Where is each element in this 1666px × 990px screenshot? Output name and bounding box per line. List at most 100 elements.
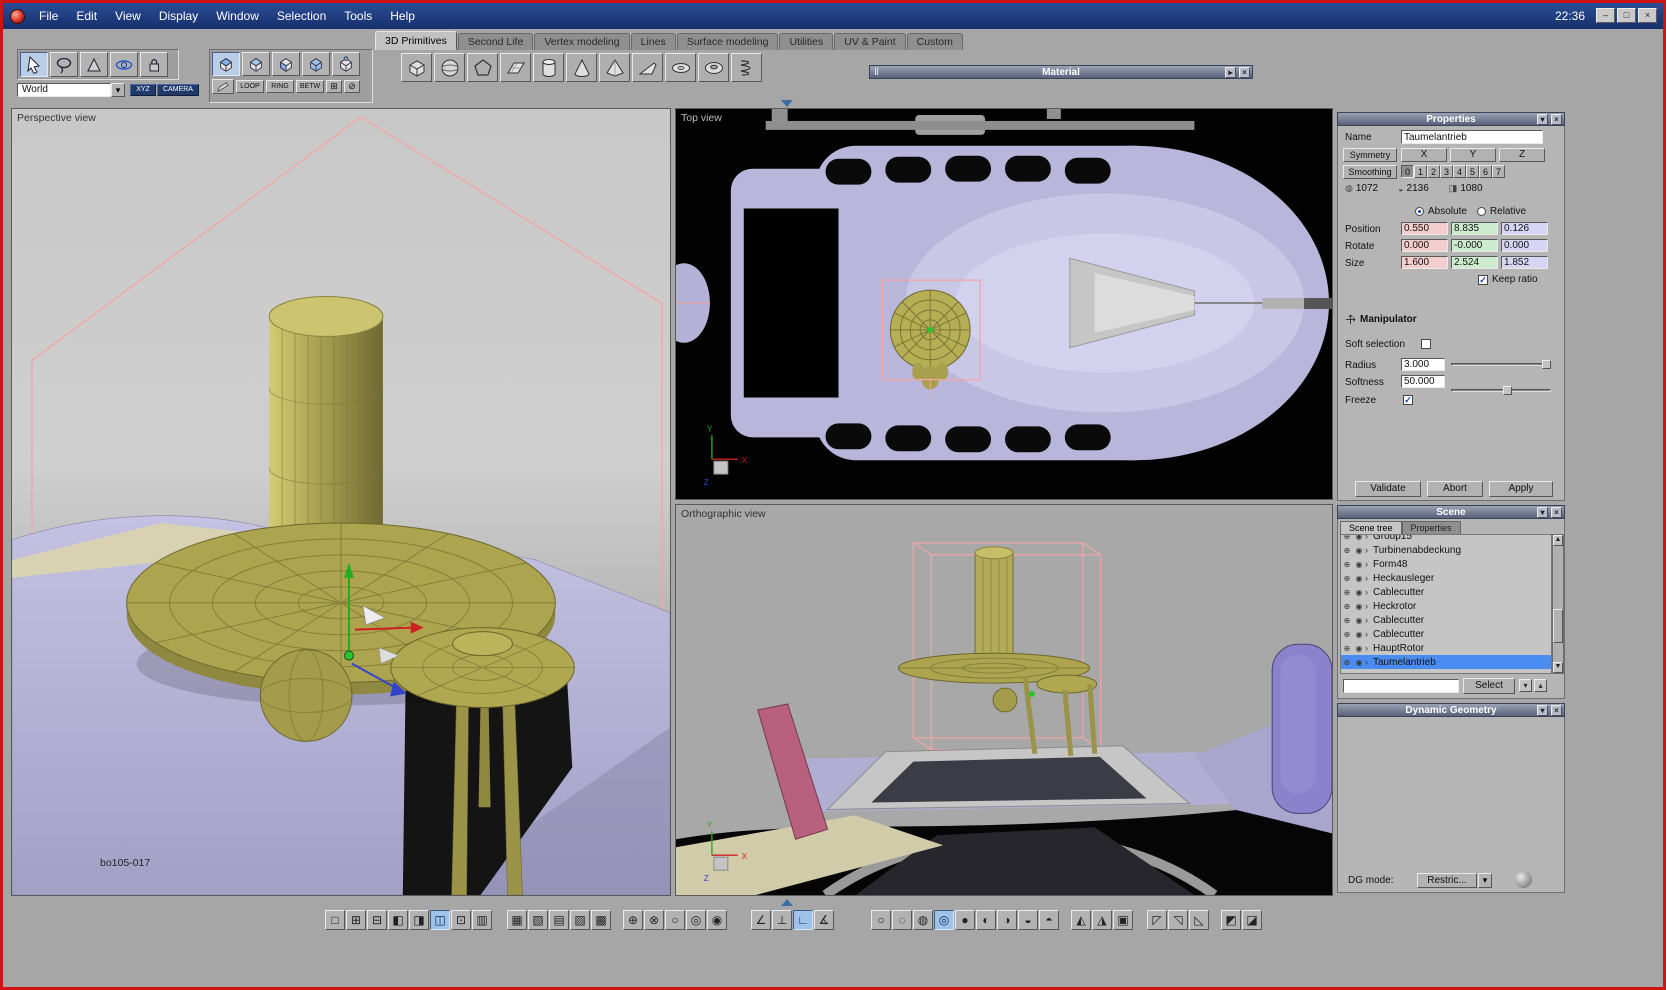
absolute-radio[interactable] (1415, 207, 1424, 216)
link-icon[interactable]: ⊕ (1341, 588, 1353, 597)
size-x-field[interactable] (1401, 256, 1448, 269)
area-select-tool-button[interactable] (80, 52, 108, 77)
symmetry-z-button[interactable]: Z (1499, 148, 1545, 162)
shading-bottom-icon[interactable]: ◒ (1018, 910, 1038, 930)
orthographic-viewport[interactable]: Orthographic view Y X Z (675, 504, 1333, 900)
perspective-3d-canvas[interactable]: Y X Z (11, 109, 671, 987)
properties-panel-header[interactable]: Properties ▾ × (1337, 112, 1565, 126)
palette-grip-icon[interactable]: ‖ (874, 66, 879, 80)
helix-primitive-button[interactable] (731, 53, 762, 82)
link-icon[interactable]: ⊕ (1341, 630, 1353, 639)
menu-view[interactable]: View (106, 9, 150, 23)
layout-center-icon[interactable]: ⊡ (451, 910, 471, 930)
link-icon[interactable]: ⊕ (1341, 602, 1353, 611)
visibility-icon[interactable]: ◉ (1353, 560, 1365, 569)
softness-slider[interactable] (1451, 386, 1551, 395)
zoom-in-icon[interactable]: ◎ (686, 910, 706, 930)
scene-item-label[interactable]: Taumelantrieb (1373, 657, 1436, 668)
ring-select-button[interactable]: RING (266, 80, 294, 93)
select-button[interactable]: Select (1463, 678, 1515, 694)
close-button[interactable]: × (1638, 8, 1657, 23)
link-icon[interactable]: ⊕ (1341, 658, 1353, 667)
position-y-field[interactable] (1451, 222, 1498, 235)
sphere-primitive-button[interactable] (434, 53, 465, 82)
loop-select-button[interactable]: LOOP (236, 80, 264, 93)
scene-item-label[interactable]: Turbinenabdeckung (1373, 545, 1461, 556)
rotate-y-field[interactable] (1451, 239, 1498, 252)
expander-icon[interactable]: › (1365, 535, 1373, 541)
expander-icon[interactable]: › (1365, 643, 1373, 653)
menu-file[interactable]: File (30, 9, 67, 23)
smoothing-button[interactable]: Smoothing (1343, 165, 1397, 179)
scroll-down-icon[interactable]: ▼ (1553, 662, 1563, 673)
link-icon[interactable]: ⊕ (1341, 535, 1353, 541)
cube-primitive-button[interactable] (401, 53, 432, 82)
shading-flat-icon[interactable]: ◍ (913, 910, 933, 930)
scene-item-label[interactable]: Form48 (1373, 559, 1407, 570)
scene-close-icon[interactable]: × (1551, 507, 1562, 518)
tab-3d-primitives[interactable]: 3D Primitives (375, 31, 457, 50)
camera-mode-button[interactable]: CAMERA (157, 84, 199, 96)
perspective-toggle-icon[interactable]: ◺ (1189, 910, 1209, 930)
spin-up-icon[interactable]: ▴ (1534, 679, 1547, 692)
scene-item-label[interactable]: Group15 (1373, 535, 1412, 542)
scene-tree-list[interactable]: ⊕ ◉ › Group15 ⊕ ◉ › Turbinenabdeckung ⊕ ◉ › Fo… (1340, 534, 1552, 674)
measure-icon[interactable]: ◸ (1147, 910, 1167, 930)
layout-columns-icon[interactable]: ▥ (472, 910, 492, 930)
scene-tree-row[interactable]: ⊕ ◉ › Heckrotor (1341, 599, 1551, 613)
grow-selection-button[interactable]: ⊞ (326, 80, 342, 93)
edge-mode-button[interactable] (242, 52, 270, 76)
shading-top-icon[interactable]: ◓ (1039, 910, 1059, 930)
properties-close-icon[interactable]: × (1551, 114, 1562, 125)
orbit-tool-button[interactable] (110, 52, 138, 77)
uv-diagonal-icon[interactable]: ▨ (570, 910, 590, 930)
uv-dense-grid-icon[interactable]: ▩ (591, 910, 611, 930)
render-camera-icon[interactable]: ◪ (1242, 910, 1262, 930)
tab-lines[interactable]: Lines (630, 33, 676, 50)
layout-three-pane-icon[interactable]: ◫ (430, 910, 450, 930)
scroll-up-icon[interactable]: ▲ (1553, 535, 1563, 546)
expander-icon[interactable]: › (1365, 629, 1373, 639)
visibility-icon[interactable]: ◉ (1353, 658, 1365, 667)
scene-tree-row[interactable]: ⊕ ◉ › Cablecutter (1341, 627, 1551, 641)
radius-field[interactable] (1401, 358, 1445, 371)
freeze-checkbox[interactable]: ✓ (1403, 395, 1413, 405)
select-tool-button[interactable] (20, 52, 48, 77)
tab-second-life[interactable]: Second Life (457, 33, 534, 50)
visibility-icon[interactable]: ◉ (1353, 616, 1365, 625)
scene-properties-tab[interactable]: Properties (1401, 521, 1461, 534)
axis-plane-icon[interactable]: ⊥ (772, 910, 792, 930)
scene-tree-row[interactable]: ⊕ ◉ › Form48 (1341, 557, 1551, 571)
mirror-icon[interactable]: ◹ (1168, 910, 1188, 930)
snap-vertex-icon[interactable]: ⊗ (644, 910, 664, 930)
scene-item-label[interactable]: Cablecutter (1373, 615, 1424, 626)
visibility-icon[interactable]: ◉ (1353, 630, 1365, 639)
smoothing-level-5[interactable]: 5 (1466, 165, 1479, 178)
layout-single-icon[interactable]: □ (325, 910, 345, 930)
scene-tree-row[interactable]: ⊕ ◉ › Turbinenabdeckung (1341, 543, 1551, 557)
smoothing-level-6[interactable]: 6 (1479, 165, 1492, 178)
zoom-out-icon[interactable]: ○ (665, 910, 685, 930)
expander-icon[interactable]: › (1365, 545, 1373, 555)
visibility-icon[interactable]: ◉ (1353, 602, 1365, 611)
scene-item-label[interactable]: HauptRotor (1373, 643, 1424, 654)
tab-custom[interactable]: Custom (906, 33, 963, 50)
menu-tools[interactable]: Tools (335, 9, 381, 23)
name-field[interactable] (1401, 130, 1543, 144)
wedge-primitive-button[interactable] (632, 53, 663, 82)
coordinate-space-select[interactable]: World (17, 83, 111, 97)
maximize-button[interactable]: □ (1617, 8, 1636, 23)
scene-collapse-icon[interactable]: ▾ (1537, 507, 1548, 518)
cylinder-primitive-button[interactable] (533, 53, 564, 82)
perspective-viewport[interactable]: Perspective view bo105-017 (11, 108, 671, 987)
axis-free-icon[interactable]: ∠ (751, 910, 771, 930)
face-mode-button[interactable] (272, 52, 300, 76)
radius-slider-thumb[interactable] (1542, 360, 1551, 369)
smoothing-level-0[interactable]: 0 (1401, 165, 1414, 178)
axis-world-icon[interactable]: ∡ (814, 910, 834, 930)
paint-icon[interactable]: ◩ (1221, 910, 1241, 930)
expander-icon[interactable]: › (1365, 559, 1373, 569)
symmetry-button[interactable]: Symmetry (1343, 148, 1397, 162)
cone-primitive-button[interactable] (566, 53, 597, 82)
lock-tool-button[interactable] (140, 52, 168, 77)
